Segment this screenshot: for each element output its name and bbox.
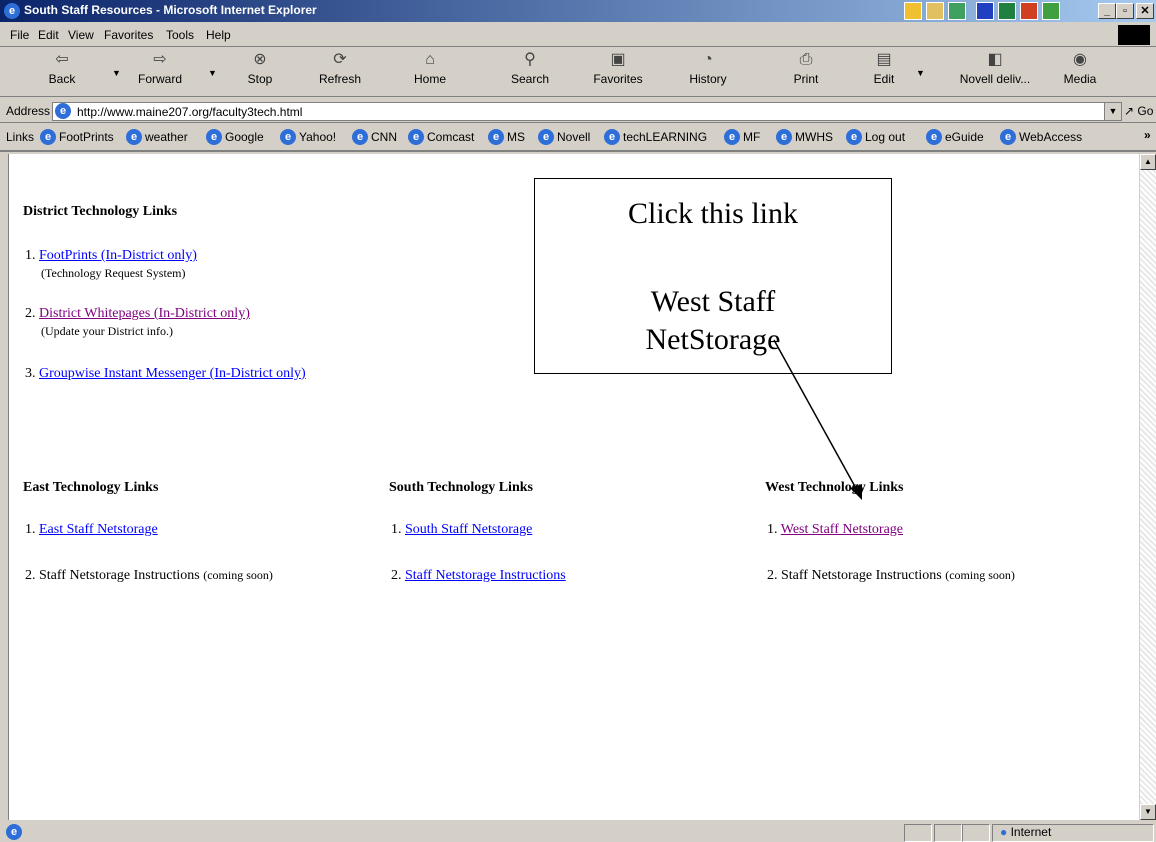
callout-arrow (773, 339, 862, 500)
vertical-scrollbar[interactable]: ▲ ▼ (1140, 154, 1156, 820)
scroll-up-icon[interactable]: ▲ (1140, 154, 1156, 170)
page-status-icon: e (6, 824, 22, 840)
status-segment (962, 824, 990, 842)
globe-icon: ● (1000, 825, 1008, 839)
browser-window: e South Staff Resources - Microsoft Inte… (0, 0, 1156, 842)
status-segment (934, 824, 962, 842)
status-bar: e ● Internet (0, 822, 1156, 842)
status-segment (904, 824, 932, 842)
security-zone: ● Internet (1000, 825, 1052, 839)
scroll-down-icon[interactable]: ▼ (1140, 804, 1156, 820)
